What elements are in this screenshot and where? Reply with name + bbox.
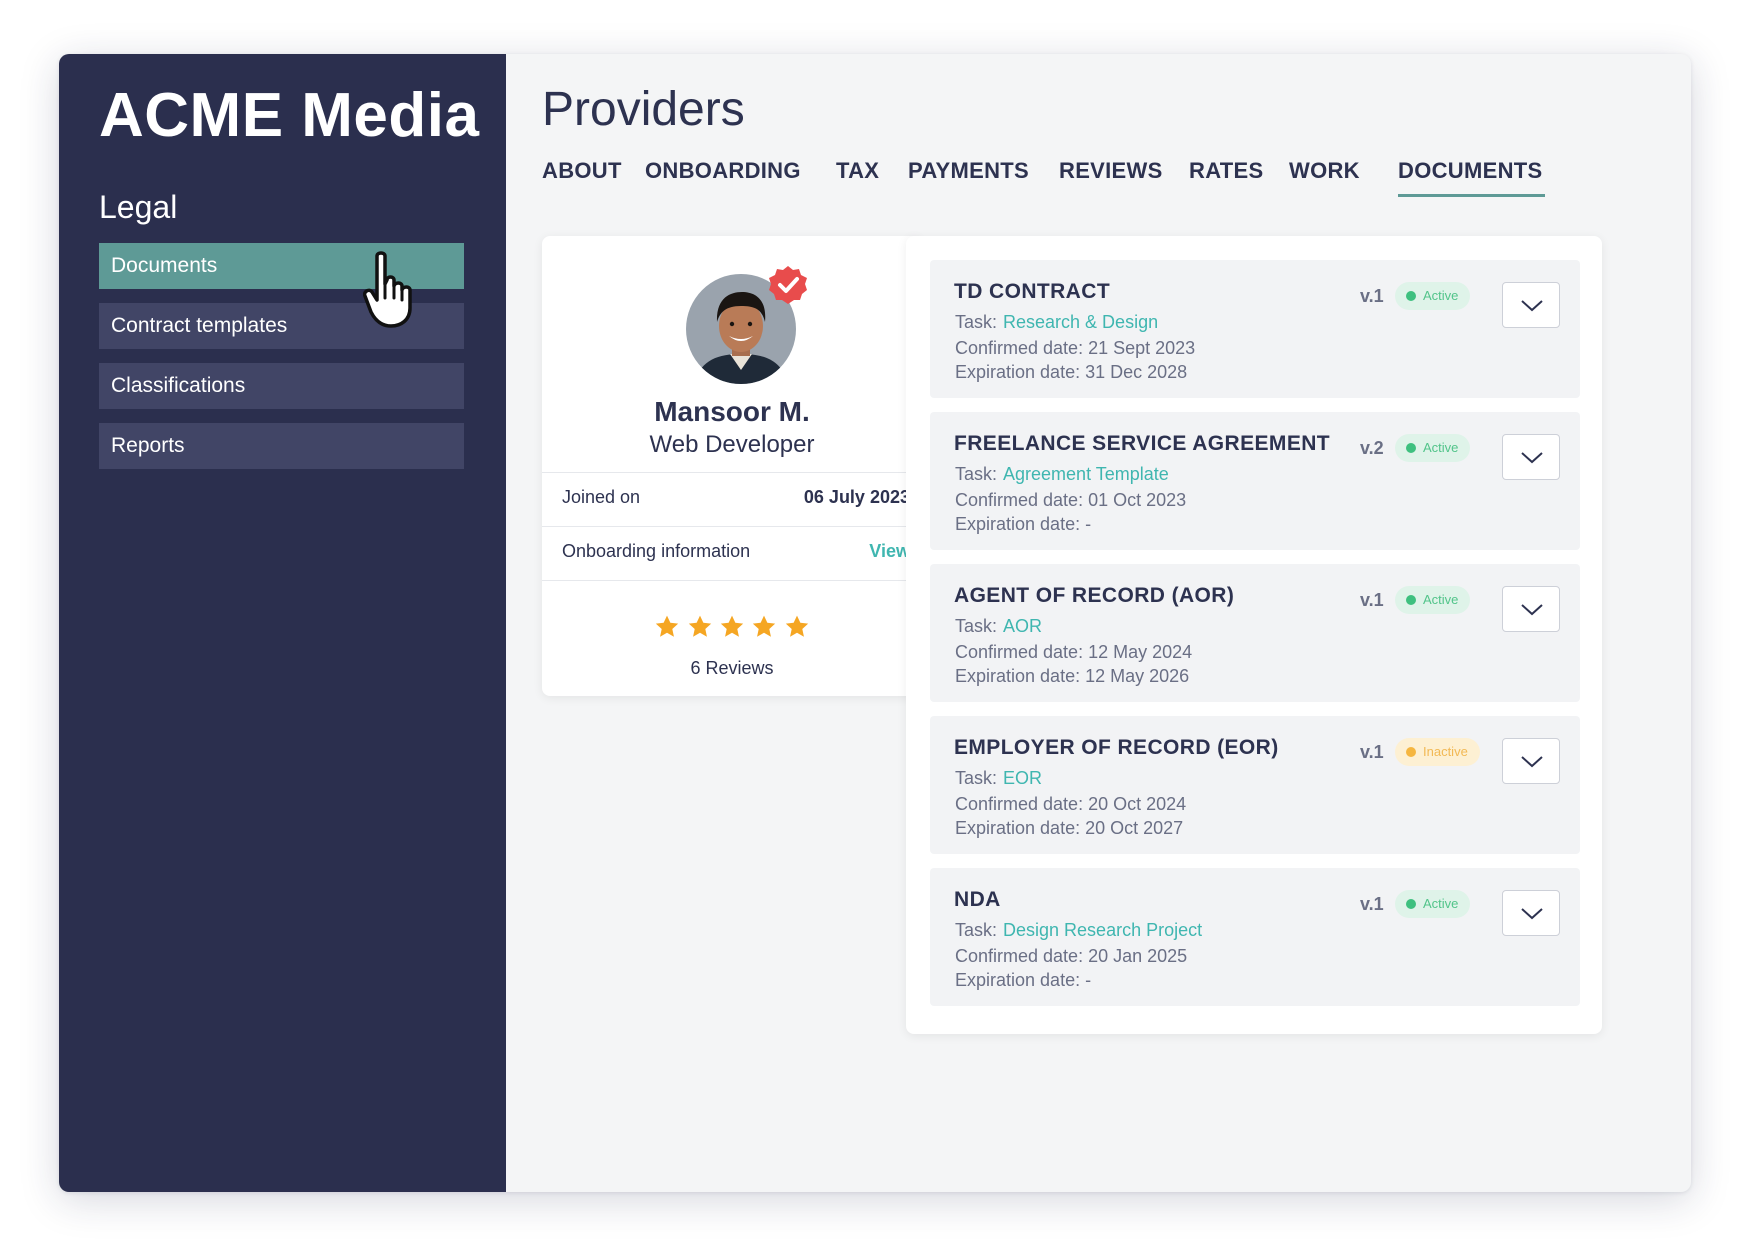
star-icon: [688, 615, 711, 637]
expiration-date: Expiration date: 20 Oct 2027: [955, 818, 1184, 838]
status-badge: Inactive: [1395, 738, 1480, 766]
version-label: v.1: [1360, 286, 1384, 306]
tab-rates[interactable]: RATES: [1189, 158, 1263, 184]
expiration-date: Expiration date: 12 May 2026: [955, 666, 1190, 686]
document-title: AGENT OF RECORD (AOR): [954, 584, 1235, 607]
task-label: Task:: [955, 920, 998, 940]
app-window: ACME Media Legal Documents Contract temp…: [59, 54, 1691, 1192]
chevron-down-icon: [1521, 300, 1543, 312]
page-title: Providers: [542, 83, 745, 136]
chevron-down-icon: [1521, 604, 1543, 616]
confirmed-date: Confirmed date: 20 Oct 2024: [955, 794, 1187, 814]
sidebar-item-classifications[interactable]: Classifications: [99, 363, 464, 409]
verified-badge-icon: [769, 266, 807, 304]
task-label: Task:: [955, 768, 998, 788]
task-label: Task:: [955, 312, 998, 332]
document-title: NDA: [954, 888, 1001, 911]
expand-button[interactable]: [1502, 738, 1560, 784]
confirmed-date: Confirmed date: 20 Jan 2025: [955, 946, 1188, 966]
expiration-date: Expiration date: -: [955, 514, 1092, 534]
task-link[interactable]: Research & Design: [1003, 312, 1158, 332]
chevron-down-icon: [1521, 756, 1543, 768]
document-task: Task: Design Research Project: [955, 920, 1202, 941]
document-card-nda: NDA Task: Design Research Project Confirm…: [930, 868, 1580, 1006]
confirmed-date: Confirmed date: 21 Sept 2023: [955, 338, 1196, 358]
tab-onboarding[interactable]: ONBOARDING: [645, 158, 801, 184]
status-badge: Active: [1395, 586, 1471, 614]
document-task: Task: Agreement Template: [955, 464, 1169, 485]
expiration-date: Expiration date: -: [955, 970, 1092, 990]
provider-profile-card: Mansoor M. Web Developer Joined on 06 Ju…: [542, 236, 922, 696]
task-link[interactable]: AOR: [1003, 616, 1042, 636]
document-card-freelance-service-agreement: FREELANCE SERVICE AGREEMENT Task: Agreeme…: [930, 412, 1580, 550]
confirmed-date: Confirmed date: 01 Oct 2023: [955, 490, 1187, 510]
brand-logo: ACME Media: [99, 81, 480, 150]
document-task: Task: AOR: [955, 616, 1042, 637]
expand-button[interactable]: [1502, 586, 1560, 632]
document-title: EMPLOYER OF RECORD (EOR): [954, 736, 1279, 759]
task-label: Task:: [955, 616, 998, 636]
provider-role: Web Developer: [649, 431, 815, 458]
task-link[interactable]: Agreement Template: [1003, 464, 1169, 484]
confirmed-date: Confirmed date: 12 May 2024: [955, 642, 1193, 662]
task-link[interactable]: EOR: [1003, 768, 1042, 788]
expand-button[interactable]: [1502, 434, 1560, 480]
status-badge: Active: [1395, 890, 1471, 918]
sidebar: ACME Media Legal Documents Contract temp…: [59, 54, 506, 1192]
joined-date: 06 July 2023: [803, 487, 910, 507]
expand-button[interactable]: [1502, 282, 1560, 328]
star-icon: [785, 615, 809, 637]
task-link[interactable]: Design Research Project: [1003, 920, 1202, 940]
reviews-count: 6 Reviews: [690, 658, 774, 678]
sidebar-section-title: Legal: [99, 189, 178, 225]
star-icon: [655, 615, 679, 637]
document-card-agent-of-record: AGENT OF RECORD (AOR) Task: AOR Confirmed…: [930, 564, 1580, 702]
joined-row: Joined on 06 July 2023: [542, 472, 922, 526]
sidebar-item-reports[interactable]: Reports: [99, 423, 464, 469]
provider-name: Mansoor M.: [654, 396, 810, 427]
divider: [542, 580, 922, 581]
tab-work[interactable]: WORK: [1289, 158, 1360, 184]
onboarding-row: Onboarding information View: [542, 526, 922, 580]
star-icon: [753, 615, 776, 637]
onboarding-view-link[interactable]: View: [869, 541, 910, 562]
status-badge: Active: [1395, 282, 1471, 310]
main-content: Providers ABOUT ONBOARDING TAX PAYMENTS …: [506, 54, 1691, 1192]
tab-documents[interactable]: DOCUMENTS: [1398, 158, 1546, 197]
tab-payments[interactable]: PAYMENTS: [908, 158, 1029, 184]
joined-label: Joined on: [562, 487, 641, 507]
expand-button[interactable]: [1502, 890, 1560, 936]
document-task: Task: EOR: [955, 768, 1042, 789]
version-label: v.1: [1360, 742, 1384, 762]
tab-about[interactable]: ABOUT: [542, 158, 622, 184]
version-label: v.2: [1360, 438, 1384, 458]
star-icon: [720, 615, 744, 637]
document-card-employer-of-record: EMPLOYER OF RECORD (EOR) Task: EOR Confir…: [930, 716, 1580, 854]
chevron-down-icon: [1521, 452, 1543, 464]
rating-stars: [542, 614, 922, 645]
document-title: FREELANCE SERVICE AGREEMENT: [954, 432, 1331, 455]
document-title: TD CONTRACT: [954, 280, 1111, 303]
hand-pointer-cursor-icon: [363, 251, 412, 328]
documents-panel: TD CONTRACT Task: Research & Design Confi…: [906, 236, 1602, 1034]
tab-tax[interactable]: TAX: [836, 158, 879, 184]
onboarding-label: Onboarding information: [562, 541, 751, 561]
version-label: v.1: [1360, 590, 1384, 610]
expiration-date: Expiration date: 31 Dec 2028: [955, 362, 1188, 382]
task-label: Task:: [955, 464, 998, 484]
document-task: Task: Research & Design: [955, 312, 1158, 333]
document-card-td-contract: TD CONTRACT Task: Research & Design Confi…: [930, 260, 1580, 398]
version-label: v.1: [1360, 894, 1384, 914]
chevron-down-icon: [1521, 908, 1543, 920]
status-badge: Active: [1395, 434, 1471, 462]
tab-reviews[interactable]: REVIEWS: [1059, 158, 1163, 184]
